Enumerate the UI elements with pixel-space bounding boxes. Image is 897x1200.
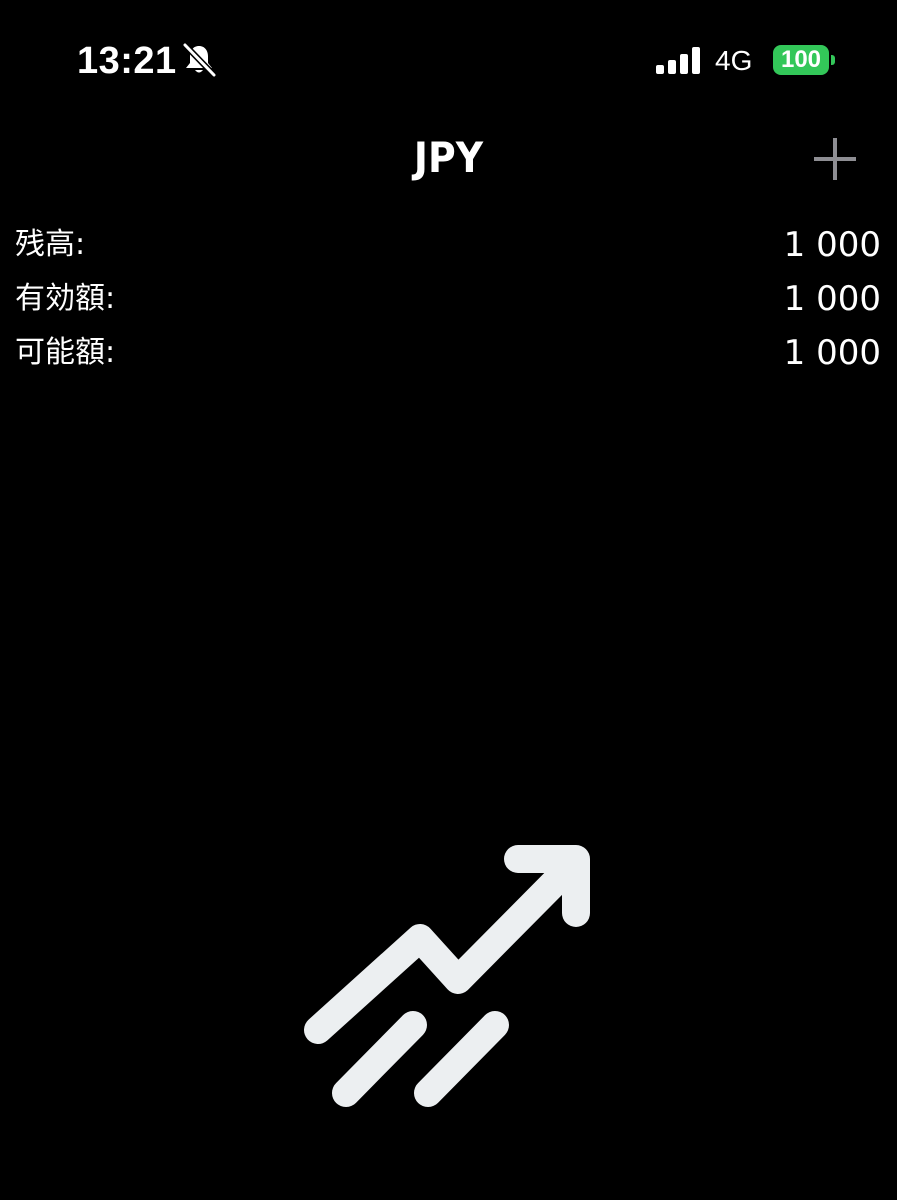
network-type: 4G (715, 45, 753, 76)
balance-row-balance: 残高: 1 000 (15, 220, 881, 270)
battery-level: 100 (780, 46, 822, 73)
page-title: JPY (413, 133, 484, 182)
battery-nub (831, 55, 835, 65)
balance-row-effective: 有効額: 1 000 (15, 274, 881, 324)
trend-up-arrow-icon (304, 845, 590, 1107)
plus-icon[interactable] (808, 132, 862, 186)
effective-amount-label: 有効額: (15, 281, 116, 316)
bell-muted-icon (182, 42, 217, 78)
balance-row-available: 可能額: 1 000 (15, 328, 881, 378)
status-bar: 13:21 4G 100 (0, 0, 897, 120)
available-amount-value: 1 000 (783, 333, 881, 373)
balance-value: 1 000 (783, 225, 881, 265)
screen: 13:21 4G 100 JPY 残高: 1 000 有効額: 1 000 可能… (0, 0, 897, 1200)
status-time: 13:21 (77, 40, 177, 82)
available-amount-label: 可能額: (15, 335, 116, 370)
signal-strength-icon (656, 47, 700, 74)
effective-amount-value: 1 000 (783, 279, 881, 319)
battery-indicator: 100 (773, 45, 829, 75)
balance-label: 残高: (15, 227, 86, 262)
